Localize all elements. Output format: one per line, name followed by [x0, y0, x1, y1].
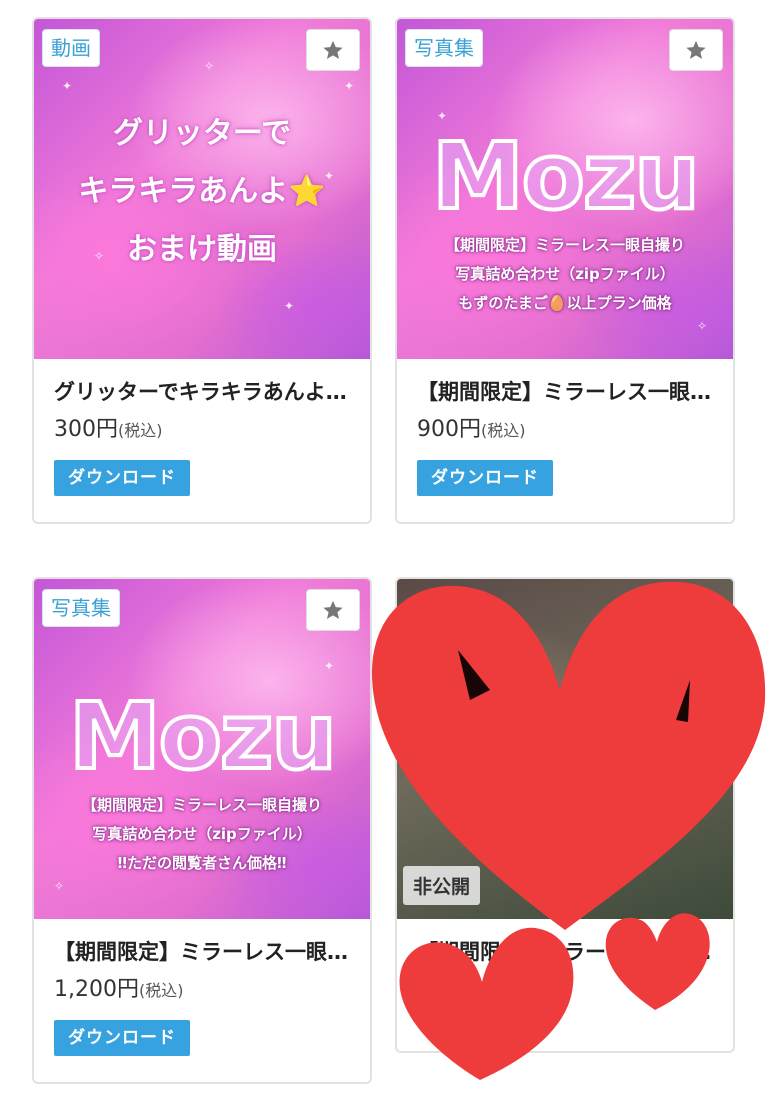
product-title[interactable]: 【期間限定】ミラーレス一眼自撮り写真詰め合わせ [417, 935, 713, 969]
download-button[interactable]: ダウンロード [417, 460, 553, 496]
thumbnail-caption: おまけ動画 [127, 232, 277, 267]
product-thumbnail[interactable]: ✦ ✧ 写真集 Mozu 【期間限定】ミラーレス一眼自撮り 写真詰め合わせ（zi… [34, 579, 370, 919]
download-button[interactable]: ダウンロード [54, 1020, 190, 1056]
product-card[interactable]: ✦ ✧ 写真集 Mozu 【期間限定】ミラーレス一眼自撮り 写真詰め合わせ（zi… [395, 17, 735, 524]
price-value: 1,200円 [54, 977, 139, 1002]
product-card[interactable]: ✦ ✧ 写真集 Mozu 【期間限定】ミラーレス一眼自撮り 写真詰め合わせ（zi… [32, 577, 372, 1084]
brand-logo: Mozu [67, 683, 339, 790]
thumbnail-caption: キラキラあんよ⭐ [78, 174, 326, 209]
star-icon [323, 40, 343, 59]
tax-label: (税込) [138, 981, 184, 1000]
favorite-button[interactable] [306, 589, 360, 631]
product-thumbnail[interactable]: ✦ ✦ ✧ ✦ ✧ ✦ 動画 グリッターで キラキラあんよ⭐ おまけ動画 [34, 19, 370, 359]
thumbnail-caption: ‼ただの閲覧者さん価格‼ [117, 854, 287, 872]
thumbnail-caption: もずのたまご🥚以上プラン価格 [458, 294, 672, 312]
private-tag: 非公開 [403, 866, 481, 905]
price-value: 300円 [54, 417, 118, 442]
category-tag: 動画 [42, 29, 100, 67]
sparkle-icon: ✧ [54, 879, 65, 893]
favorite-button[interactable] [669, 29, 723, 71]
product-price: 900円(税込) [417, 415, 713, 446]
price-value: 900円 [417, 417, 481, 442]
product-card[interactable]: ✦ ✦ ✧ ✦ ✧ ✦ 動画 グリッターで キラキラあんよ⭐ おまけ動画 グリッ… [32, 17, 372, 524]
sparkle-icon: ✦ [62, 79, 73, 93]
sparkle-icon: ✦ [324, 659, 335, 673]
category-tag: 写真集 [405, 29, 483, 67]
sparkle-icon: ✦ [344, 79, 355, 93]
thumbnail-caption: 写真詰め合わせ（zipファイル） [92, 825, 312, 843]
product-title[interactable]: グリッターでキラキラあんよ⭐おまけ動画 [54, 375, 350, 409]
sparkle-icon: ✧ [204, 59, 215, 73]
star-icon [323, 600, 343, 619]
tax-label: (税込) [118, 421, 163, 440]
download-button[interactable]: ダウンロード [417, 989, 553, 1025]
sparkle-icon: ✦ [437, 109, 448, 123]
product-price: 300円(税込) [54, 415, 350, 446]
sparkle-icon: ✧ [697, 319, 708, 333]
download-button[interactable]: ダウンロード [54, 460, 190, 496]
category-tag: 写真集 [42, 589, 120, 627]
tax-label: (税込) [481, 421, 526, 440]
thumbnail-caption: 【期間限定】ミラーレス一眼自撮り [81, 796, 322, 814]
product-card[interactable]: 非公開 【期間限定】ミラーレス一眼自撮り写真詰め合わせ ダウンロード [395, 577, 735, 1053]
brand-logo: Mozu [430, 123, 702, 230]
product-thumbnail[interactable]: ✦ ✧ 写真集 Mozu 【期間限定】ミラーレス一眼自撮り 写真詰め合わせ（zi… [397, 19, 733, 359]
thumbnail-caption: 【期間限定】ミラーレス一眼自撮り [444, 236, 685, 254]
star-icon [686, 40, 706, 59]
thumbnail-caption: 写真詰め合わせ（zipファイル） [455, 265, 675, 283]
product-thumbnail[interactable]: 非公開 [397, 579, 733, 919]
product-title[interactable]: 【期間限定】ミラーレス一眼自撮り写真詰め合わせ [417, 375, 713, 409]
favorite-button[interactable] [306, 29, 360, 71]
sparkle-icon: ✦ [284, 299, 295, 313]
product-title[interactable]: 【期間限定】ミラーレス一眼自撮り写真詰め合わせ [54, 935, 350, 969]
product-price: 1,200円(税込) [54, 975, 350, 1006]
thumbnail-caption: グリッターで [112, 116, 292, 151]
